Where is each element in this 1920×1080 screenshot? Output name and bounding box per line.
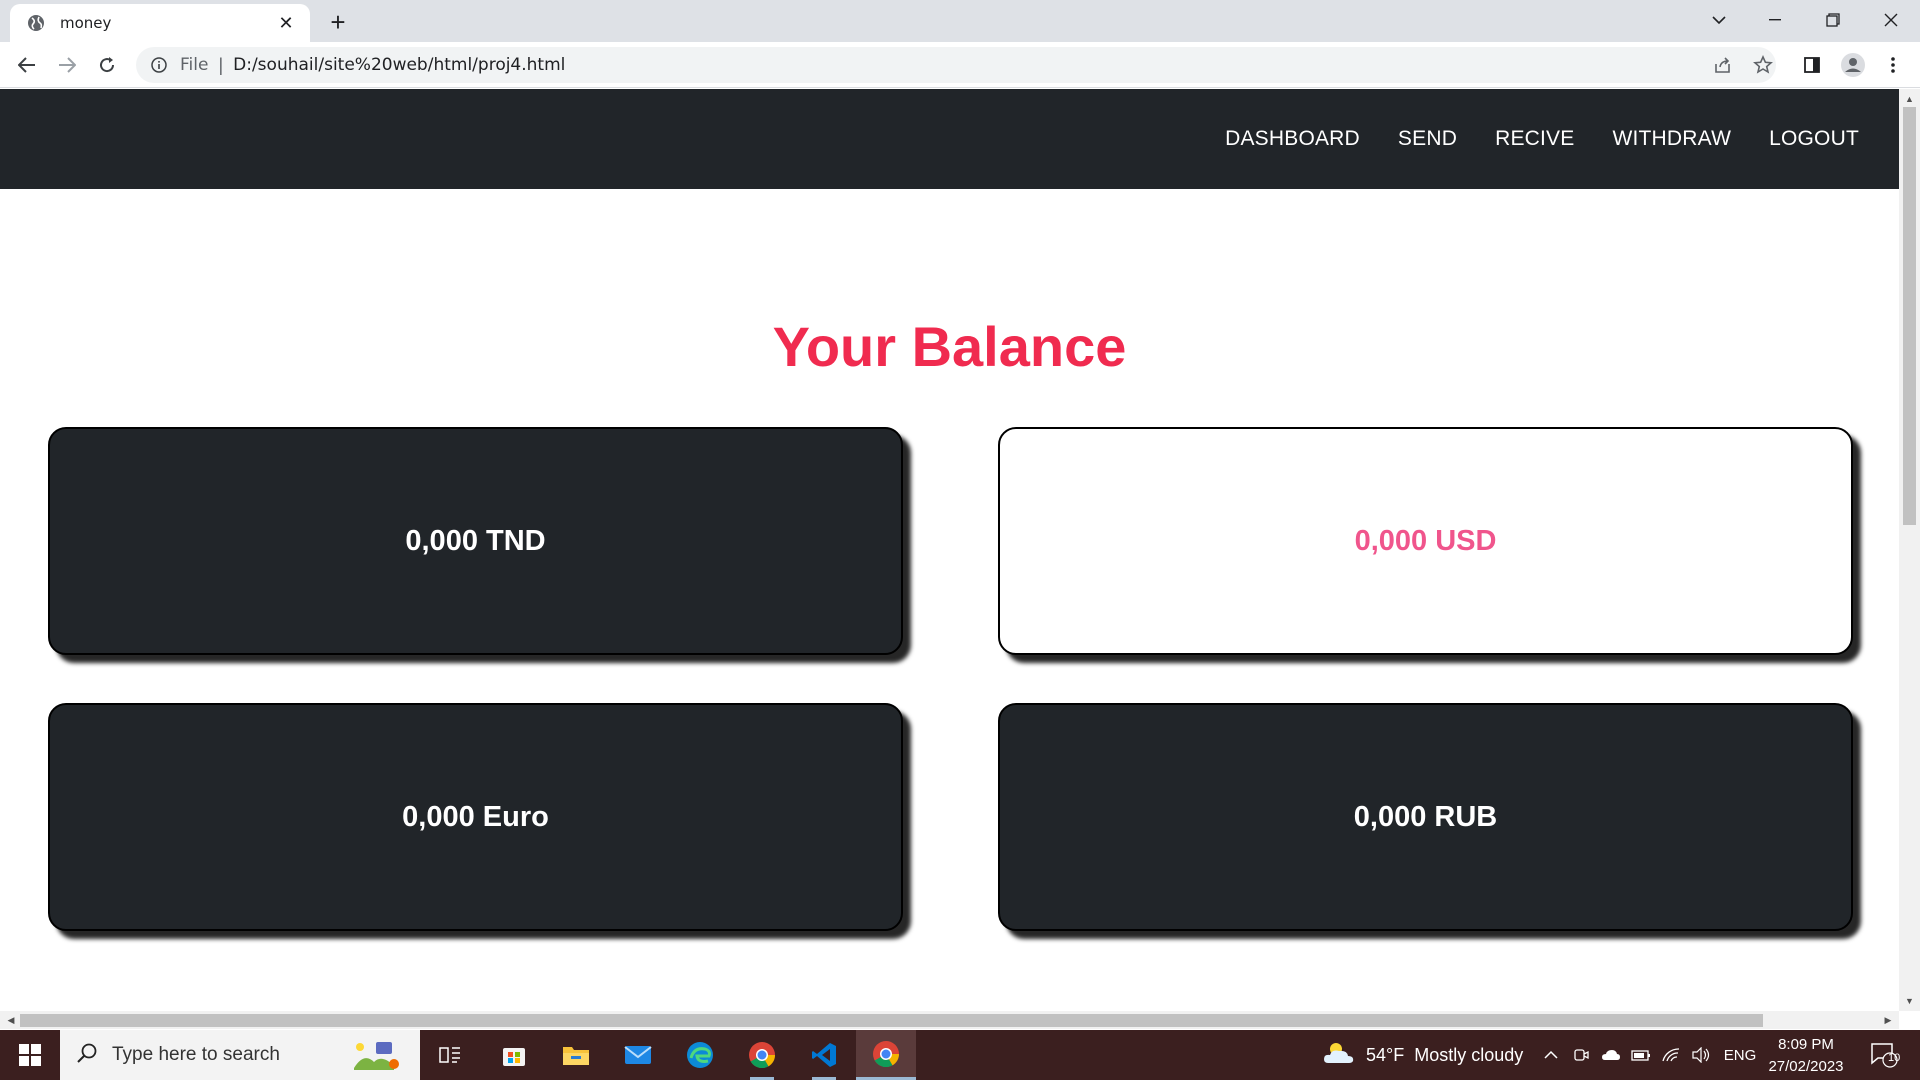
globe-icon <box>26 13 46 33</box>
horizontal-scroll-thumb[interactable] <box>20 1014 1763 1027</box>
volume-icon[interactable] <box>1688 1030 1714 1080</box>
scroll-left-arrow-icon[interactable]: ◀ <box>2 1011 20 1029</box>
notification-center-icon[interactable]: 10 <box>1866 1038 1902 1072</box>
scroll-right-arrow-icon[interactable]: ▶ <box>1879 1011 1897 1029</box>
taskbar-clock[interactable]: 8:09 PM 27/02/2023 <box>1760 1034 1852 1078</box>
balance-value-rub: 0,000 RUB <box>1353 800 1498 833</box>
mail-icon[interactable] <box>608 1030 668 1080</box>
minimize-icon[interactable] <box>1752 0 1798 40</box>
search-highlight-icon[interactable] <box>350 1038 402 1072</box>
info-icon[interactable] <box>150 56 168 74</box>
url-separator: | <box>218 54 224 75</box>
windows-start-icon[interactable] <box>0 1030 60 1080</box>
nav-link-withdraw[interactable]: WITHDRAW <box>1612 127 1731 151</box>
bookmark-star-icon[interactable] <box>1748 50 1778 80</box>
cloudy-weather-icon <box>1322 1040 1356 1071</box>
weather-widget[interactable]: 54°F Mostly cloudy <box>1322 1030 1523 1080</box>
profile-avatar-icon[interactable] <box>1838 50 1868 80</box>
tab-close-icon[interactable]: ✕ <box>274 11 298 35</box>
balance-card-euro: 0,000 Euro <box>48 703 903 931</box>
restore-icon[interactable] <box>1810 0 1856 40</box>
search-placeholder: Type here to search <box>112 1044 280 1065</box>
forward-icon[interactable] <box>52 50 82 80</box>
microsoft-store-icon[interactable] <box>484 1030 544 1080</box>
scroll-up-arrow-icon[interactable]: ▲ <box>1899 91 1920 107</box>
page-viewport: DASHBOARD SEND RECIVE WITHDRAW LOGOUT Yo… <box>0 89 1899 1011</box>
chevron-up-icon[interactable] <box>1538 1030 1564 1080</box>
vscode-icon[interactable] <box>794 1030 854 1080</box>
meet-now-icon[interactable] <box>1568 1030 1594 1080</box>
edge-browser-icon[interactable] <box>670 1030 730 1080</box>
vertical-scroll-thumb[interactable] <box>1903 107 1916 525</box>
reload-icon[interactable] <box>92 50 122 80</box>
url-scheme: File <box>180 55 209 75</box>
top-navbar: DASHBOARD SEND RECIVE WITHDRAW LOGOUT <box>0 89 1899 189</box>
clock-date: 27/02/2023 <box>1768 1058 1844 1075</box>
url-text[interactable]: D:/souhail/site%20web/html/proj4.html <box>233 55 565 75</box>
back-icon[interactable] <box>12 50 42 80</box>
search-icon <box>76 1042 98 1069</box>
menu-kebab-icon[interactable] <box>1878 50 1908 80</box>
onedrive-icon[interactable] <box>1598 1030 1624 1080</box>
browser-tab[interactable]: money ✕ <box>10 4 310 42</box>
weather-temperature: 54°F <box>1366 1044 1405 1065</box>
balance-card-tnd: 0,000 TND <box>48 427 903 655</box>
balance-card-usd: 0,000 USD <box>998 427 1853 655</box>
balance-card-rub: 0,000 RUB <box>998 703 1853 931</box>
chrome-icon[interactable] <box>732 1030 792 1080</box>
scroll-down-arrow-icon[interactable]: ▼ <box>1899 993 1920 1009</box>
side-panel-icon[interactable] <box>1797 50 1827 80</box>
windows-taskbar: Type here to search 54°F Mostly cloudy E… <box>0 1030 1920 1080</box>
nav-link-send[interactable]: SEND <box>1398 127 1457 151</box>
file-explorer-icon[interactable] <box>546 1030 606 1080</box>
browser-toolbar: File | D:/souhail/site%20web/html/proj4.… <box>0 42 1920 88</box>
page-title: Your Balance <box>772 315 1127 378</box>
nav-link-dashboard[interactable]: DASHBOARD <box>1225 127 1360 151</box>
weather-description: Mostly cloudy <box>1414 1044 1524 1065</box>
wifi-icon[interactable] <box>1658 1030 1684 1080</box>
clock-time: 8:09 PM <box>1778 1036 1834 1053</box>
tab-strip: money ✕ + <box>0 0 1920 42</box>
horizontal-scrollbar[interactable]: ◀ ▶ <box>0 1011 1899 1029</box>
chrome-active-icon[interactable] <box>856 1030 916 1080</box>
new-tab-button[interactable]: + <box>322 6 354 38</box>
nav-links: DASHBOARD SEND RECIVE WITHDRAW LOGOUT <box>1225 89 1859 189</box>
task-view-icon[interactable] <box>420 1030 480 1080</box>
balance-value-usd: 0,000 USD <box>1354 524 1497 557</box>
battery-icon[interactable] <box>1628 1030 1654 1080</box>
language-indicator[interactable]: ENG <box>1720 1030 1760 1080</box>
address-bar[interactable]: File | D:/souhail/site%20web/html/proj4.… <box>136 47 1776 83</box>
tab-search-icon[interactable] <box>1696 0 1742 40</box>
balance-value-tnd: 0,000 TND <box>405 524 546 557</box>
share-icon[interactable] <box>1708 50 1738 80</box>
taskbar-search[interactable]: Type here to search <box>60 1030 420 1080</box>
balance-value-euro: 0,000 Euro <box>402 800 549 833</box>
nav-link-recive[interactable]: RECIVE <box>1495 127 1574 151</box>
close-window-icon[interactable] <box>1868 0 1914 40</box>
notification-count: 10 <box>1888 1052 1901 1064</box>
vertical-scrollbar[interactable]: ▲ ▼ <box>1899 89 1920 1011</box>
nav-link-logout[interactable]: LOGOUT <box>1769 127 1859 151</box>
tab-title: money <box>60 14 112 32</box>
